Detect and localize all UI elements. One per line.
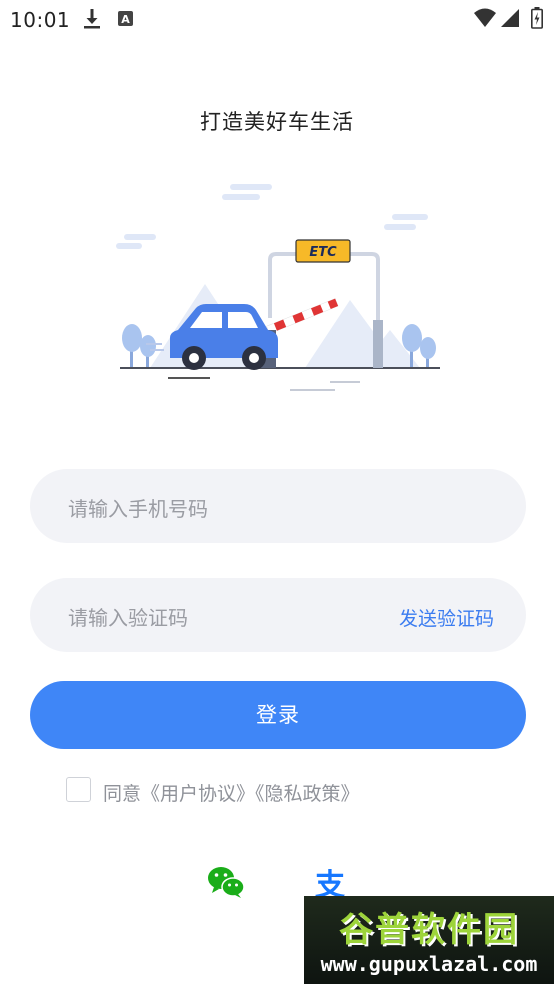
agreement-text: 同意《用户协议》《隐私政策》 (103, 779, 360, 806)
cloud-decoration (116, 184, 428, 249)
battery-icon (531, 7, 543, 29)
agreement-row: 同意《用户协议》《隐私政策》 (66, 776, 486, 806)
a-notification-icon: A (118, 11, 133, 26)
watermark-logo: 谷普软件园 (339, 910, 519, 950)
verification-code-input[interactable]: 请输入验证码 发送验证码 (30, 578, 526, 652)
agreement-prefix: 同意 (103, 783, 142, 805)
status-time: 10:01 (10, 8, 71, 32)
alipay-icon[interactable]: 支 (310, 864, 350, 900)
privacy-policy-link[interactable]: 《隐私政策》 (255, 783, 360, 805)
code-placeholder: 请输入验证码 (68, 606, 188, 630)
wechat-icon[interactable] (206, 864, 246, 900)
etc-sign-text: ETC (309, 245, 337, 260)
user-agreement-link[interactable]: 《用户协议》 (141, 783, 255, 805)
login-button[interactable]: 登录 (30, 681, 526, 749)
phone-placeholder: 请输入手机号码 (68, 497, 208, 521)
slogan-title: 打造美好车生活 (200, 110, 354, 134)
watermark-overlay: 谷普软件园 www.gupuxlazal.com (304, 896, 554, 984)
status-bar: 10:01 A (0, 0, 554, 38)
watermark-url: www.gupuxlazal.com (320, 952, 538, 976)
phone-input[interactable]: 请输入手机号码 (30, 469, 526, 543)
send-code-button[interactable]: 发送验证码 (399, 604, 494, 631)
svg-text:A: A (121, 13, 130, 26)
agreement-checkbox[interactable] (66, 777, 91, 802)
etc-illustration: ETC (116, 184, 440, 391)
wifi-icon (474, 8, 496, 27)
download-icon (84, 9, 100, 29)
signal-icon (501, 9, 519, 27)
